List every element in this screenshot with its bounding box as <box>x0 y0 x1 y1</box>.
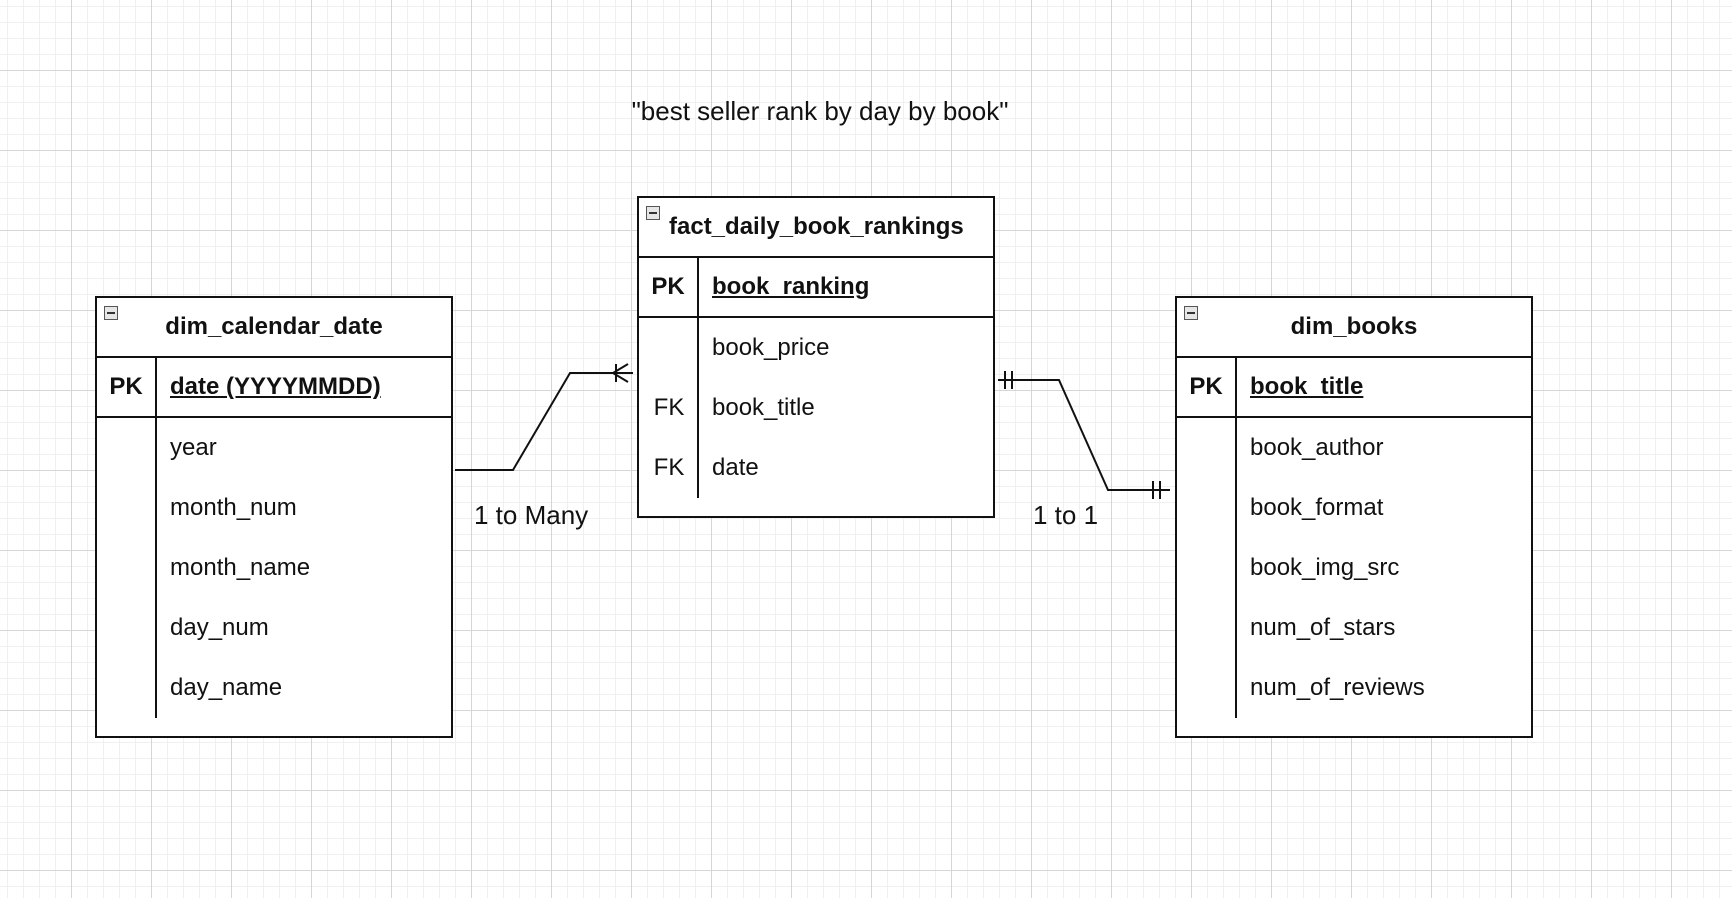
key-badge <box>97 478 157 538</box>
connector-calendar-to-fact <box>455 372 633 471</box>
key-badge <box>97 538 157 598</box>
field-row[interactable]: book_img_src <box>1177 538 1531 598</box>
field-list: book_author book_format book_img_src num… <box>1177 418 1531 736</box>
field-row[interactable]: FK book_title <box>639 378 993 438</box>
field-row[interactable]: book_author <box>1177 418 1531 478</box>
key-badge <box>97 598 157 658</box>
key-badge <box>1177 658 1237 718</box>
field-row[interactable]: book_format <box>1177 478 1531 538</box>
key-badge: FK <box>653 394 685 421</box>
table-header: dim_calendar_date <box>97 298 451 358</box>
diagram-title: "best seller rank by day by book" <box>631 96 1009 126</box>
field-name: year <box>170 434 217 461</box>
table-name: dim_calendar_date <box>165 313 383 340</box>
field-row[interactable]: num_of_reviews <box>1177 658 1531 718</box>
key-badge <box>639 318 699 378</box>
key-badge <box>97 418 157 478</box>
table-header: dim_books <box>1177 298 1531 358</box>
key-badge: PK <box>97 358 157 416</box>
field-list: year month_num month_name day_num day_na… <box>97 418 451 736</box>
relationship-label-one-to-many: 1 to Many <box>474 500 589 530</box>
primary-key-row[interactable]: PK date (YYYYMMDD) <box>97 358 451 418</box>
primary-key-row[interactable]: PK book_title <box>1177 358 1531 418</box>
table-name: dim_books <box>1290 313 1418 340</box>
field-row[interactable]: FK date <box>639 438 993 498</box>
collapse-icon[interactable] <box>104 306 118 320</box>
field-name: book_title <box>1250 373 1364 400</box>
field-name: book_price <box>712 334 830 361</box>
key-badge: PK <box>1177 358 1237 416</box>
primary-key-row[interactable]: PK book_ranking <box>639 258 993 318</box>
key-badge <box>97 658 157 718</box>
key-badge: FK <box>653 454 685 481</box>
field-name: month_num <box>170 494 297 521</box>
key-badge: PK <box>639 258 699 316</box>
connector-fact-to-books <box>998 379 1170 491</box>
field-list: book_price FK book_title FK date <box>639 318 993 516</box>
table-name: fact_daily_book_rankings <box>669 213 964 240</box>
field-name: book_ranking <box>712 273 870 300</box>
key-badge <box>1177 478 1237 538</box>
field-row[interactable]: day_num <box>97 598 451 658</box>
crow-foot-many-icon <box>612 363 629 374</box>
key-badge <box>1177 418 1237 478</box>
field-name: book_author <box>1250 434 1384 461</box>
table-dim-books[interactable]: dim_books PK book_title book_author book… <box>1175 296 1533 738</box>
field-name: num_of_stars <box>1250 614 1396 641</box>
field-name: day_name <box>170 674 283 701</box>
field-name: date (YYYYMMDD) <box>170 373 381 400</box>
field-name: book_title <box>712 394 815 421</box>
field-name: num_of_reviews <box>1250 674 1425 701</box>
relationship-label-one-to-one: 1 to 1 <box>1033 500 1099 530</box>
field-row[interactable]: month_name <box>97 538 451 598</box>
collapse-icon[interactable] <box>646 206 660 220</box>
field-name: month_name <box>170 554 311 581</box>
table-dim-calendar-date[interactable]: dim_calendar_date PK date (YYYYMMDD) yea… <box>95 296 453 738</box>
field-row[interactable]: day_name <box>97 658 451 718</box>
table-header: fact_daily_book_rankings <box>639 198 993 258</box>
field-name: day_num <box>170 614 269 641</box>
key-badge <box>1177 538 1237 598</box>
field-row[interactable]: year <box>97 418 451 478</box>
field-row[interactable]: book_price <box>639 318 993 378</box>
collapse-icon[interactable] <box>1184 306 1198 320</box>
key-badge <box>1177 598 1237 658</box>
field-row[interactable]: month_num <box>97 478 451 538</box>
field-name: date <box>712 454 759 481</box>
table-fact-daily-book-rankings[interactable]: fact_daily_book_rankings PK book_ranking… <box>637 196 995 518</box>
field-name: book_format <box>1250 494 1384 521</box>
field-name: book_img_src <box>1250 554 1400 581</box>
field-row[interactable]: num_of_stars <box>1177 598 1531 658</box>
